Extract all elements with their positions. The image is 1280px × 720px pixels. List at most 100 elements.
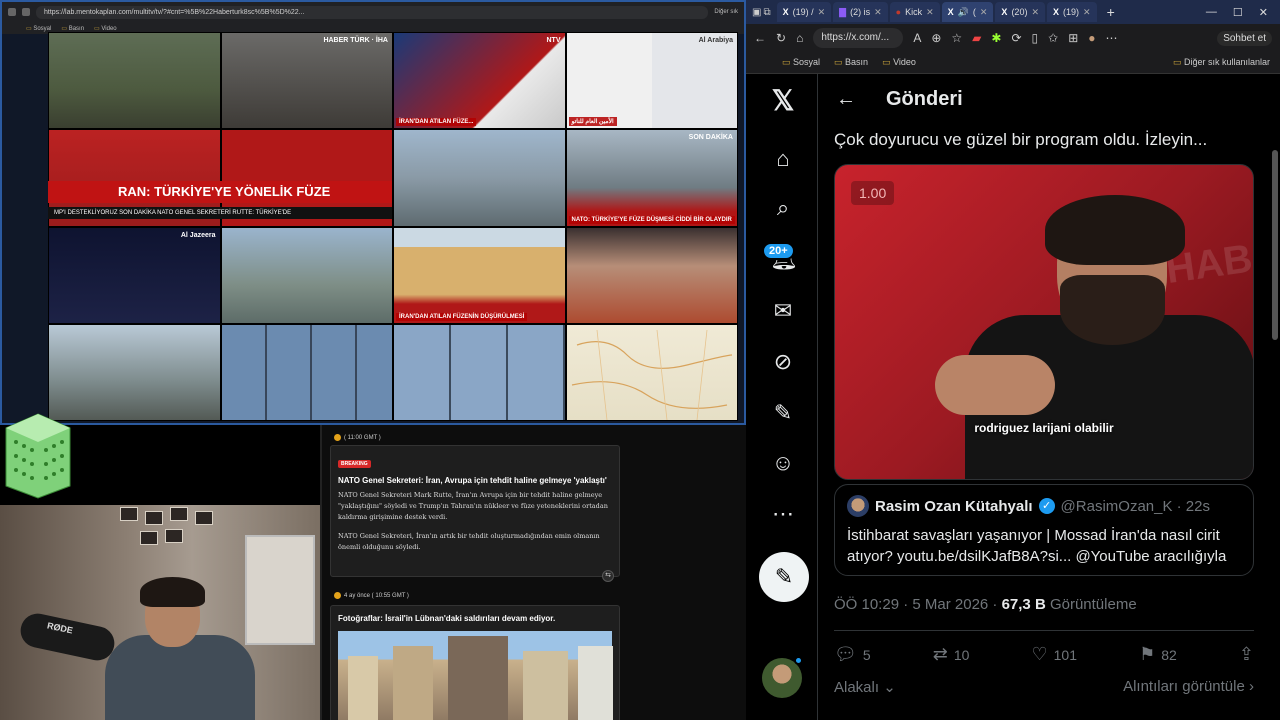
view-count-label: Görüntüleme xyxy=(1045,596,1137,613)
view-quotes-link[interactable]: Alıntıları görüntüle › xyxy=(1123,678,1254,695)
breaking-badge: BREAKING xyxy=(338,460,371,468)
grok-icon[interactable]: ⊘ xyxy=(770,349,796,375)
navigation-bar: ← ↻ ⌂ https://x.com/... A ⊕ ☆ ▰ ✱ ⟳ ▯ ✩ … xyxy=(746,24,1280,52)
zoom-icon[interactable]: ⊕ xyxy=(931,31,941,45)
microphone-icon xyxy=(17,610,118,664)
back-icon[interactable]: ← xyxy=(754,31,766,45)
tv-tile[interactable] xyxy=(565,227,738,324)
more-icon[interactable]: ⋯ xyxy=(1106,31,1118,45)
tv-tile[interactable]: Al Arabiya الأمين العام للناتو xyxy=(565,32,738,129)
video-caption: rodriguez larijani olabilir xyxy=(974,421,1114,435)
tv-ticker-headline: RAN: TÜRKİYE'YE YÖNELİK FÜZE xyxy=(48,181,392,203)
profile-avatar[interactable]: ● xyxy=(1088,31,1095,45)
bookmark-basin[interactable]: Basın xyxy=(834,57,868,68)
tab-x-5[interactable]: X (19) ✕ xyxy=(1047,2,1097,22)
tab-x-4[interactable]: X (20) ✕ xyxy=(995,2,1045,22)
tv-tile[interactable]: SON DAKİKA NATO: TÜRKİYE'YE FÜZE DÜŞMESİ … xyxy=(565,129,738,227)
reply-button[interactable]: 💬︎ 5 xyxy=(834,644,871,665)
tv-tile[interactable]: Al Jazeera xyxy=(48,227,221,324)
minimize-icon[interactable]: — xyxy=(1206,6,1217,19)
tv-tile[interactable]: HABER TÜRK · İHA xyxy=(220,32,393,129)
address-field[interactable]: https://x.com/... xyxy=(813,28,904,48)
left-address-field[interactable]: https://lab.mentokaplan.com/multitv/tv/?… xyxy=(36,5,709,19)
like-button[interactable]: ♡ 101 xyxy=(1031,644,1077,665)
playback-speed[interactable]: 1.00 xyxy=(851,181,895,205)
share-icon[interactable]: ⇆ xyxy=(602,570,614,582)
extension-icon[interactable]: ▰ xyxy=(972,31,981,45)
tv-tile[interactable]: NTV İRAN'DAN ATILAN FÜZE... xyxy=(393,32,566,129)
news-body-1b: NATO Genel Sekreteri, İran'ın artık bir … xyxy=(338,532,600,551)
news-title-2[interactable]: Fotoğraflar: İsrail'in Lübnan'daki saldı… xyxy=(338,612,612,625)
bookmark-video[interactable]: Video xyxy=(882,57,916,68)
back-icon[interactable] xyxy=(8,8,16,16)
tv-tile[interactable] xyxy=(48,324,221,421)
home-icon[interactable]: ⌂ xyxy=(770,146,796,172)
home-icon[interactable]: ⌂ xyxy=(796,31,803,45)
tv-tile[interactable] xyxy=(393,324,566,421)
tab-menu-icon[interactable]: ▣ xyxy=(752,7,761,18)
bookmark-button[interactable]: ⚑ 82 xyxy=(1139,644,1177,665)
share-button[interactable]: ⇪ xyxy=(1239,644,1254,665)
back-arrow-icon[interactable]: ← xyxy=(836,88,856,111)
lists-icon[interactable]: ✎ xyxy=(770,400,796,426)
bookmark-sosyal[interactable]: Sosyal xyxy=(782,57,820,68)
quote-author-name[interactable]: Rasim Ozan Kütahyalı xyxy=(875,498,1033,515)
tab-kick[interactable]: ● Kick ✕ xyxy=(889,2,940,22)
reload-icon[interactable] xyxy=(22,8,30,16)
split-view-icon[interactable]: ▯ xyxy=(1032,31,1039,45)
tv-tile[interactable]: İRAN'DAN ATILAN FÜZENİN DÜŞÜRÜLMESİ xyxy=(393,227,566,324)
quote-header: Rasim Ozan Kütahyalı ✓ @RasimOzan_K · 22… xyxy=(847,495,1241,517)
new-tab-icon[interactable]: + xyxy=(1107,4,1115,20)
copilot-chat-button[interactable]: Sohbet et xyxy=(1217,30,1272,46)
news-title-1[interactable]: NATO Genel Sekreteri: İran, Avrupa için … xyxy=(338,474,612,487)
maximize-icon[interactable]: ☐ xyxy=(1233,6,1243,19)
tv-tile[interactable] xyxy=(48,32,221,129)
building-shape xyxy=(523,651,568,720)
tv-tile[interactable] xyxy=(220,227,393,324)
close-window-icon[interactable]: ✕ xyxy=(1259,6,1268,19)
news-card-nato[interactable]: BREAKING NATO Genel Sekreteri: İran, Avr… xyxy=(330,445,620,582)
feed-time-2: 4 ay önce ( 10:55 GMT ) xyxy=(334,592,409,599)
left-other-bookmarks[interactable]: Diğer sık xyxy=(714,9,738,15)
left-bookmark-sosyal[interactable]: Sosyal xyxy=(26,25,51,32)
other-bookmarks[interactable]: Diğer sık kullanılanlar xyxy=(1173,57,1280,68)
left-bookmark-basin[interactable]: Basın xyxy=(61,25,84,32)
building-shape xyxy=(393,646,433,720)
favorite-star-icon[interactable]: ☆ xyxy=(951,31,962,45)
more-icon[interactable]: ⋯ xyxy=(770,501,796,527)
favorites-icon[interactable]: ✩ xyxy=(1048,31,1058,45)
refresh-ext-icon[interactable]: ⟳ xyxy=(1011,31,1021,45)
tab-x-1[interactable]: X (19) / ✕ xyxy=(776,2,832,22)
repost-button[interactable]: ⇄ 10 xyxy=(933,644,970,665)
quote-avatar[interactable] xyxy=(847,495,869,517)
tab-actions-icon[interactable]: ⧉ xyxy=(763,7,770,18)
tab-x-active[interactable]: X 🔊( ✕ xyxy=(941,2,994,22)
messages-icon[interactable]: ✉ xyxy=(770,298,796,324)
extension-icon[interactable]: ✱ xyxy=(991,31,1001,45)
search-icon[interactable]: ⌕ xyxy=(770,195,796,221)
left-url-bar: https://lab.mentokaplan.com/multitv/tv/?… xyxy=(2,2,744,22)
tv-tile[interactable] xyxy=(220,324,393,421)
video-player[interactable]: R HAB 1.00 rodriguez larijani olabilir xyxy=(834,164,1254,480)
tab-2[interactable]: ▇ (2) is ✕ xyxy=(833,2,888,22)
scrollbar[interactable] xyxy=(1272,150,1278,340)
chevron-down-icon: ⌄ xyxy=(883,679,896,696)
avatar-status-dot xyxy=(794,656,803,665)
tv-tile-map[interactable] xyxy=(565,324,738,421)
x-logo-icon[interactable]: 𝕏 xyxy=(770,87,796,115)
tv-tile[interactable] xyxy=(393,129,566,227)
left-bookmark-video[interactable]: Video xyxy=(94,25,116,32)
post-meta: ÖÖ 10:29 · 5 Mar 2026 · 67,3 B Görüntüle… xyxy=(834,596,1137,613)
news-card-photos[interactable]: Fotoğraflar: İsrail'in Lübnan'daki saldı… xyxy=(330,605,620,720)
reload-icon[interactable]: ↻ xyxy=(776,31,786,45)
video-person-beard xyxy=(1060,275,1165,345)
post-actions: 💬︎ 5 ⇄ 10 ♡ 101 ⚑ 82 ⇪ xyxy=(834,644,1254,665)
sort-relevant-dropdown[interactable]: Alakalı ⌄ xyxy=(834,678,896,696)
whiteboard xyxy=(245,535,315,645)
collections-icon[interactable]: ⊞ xyxy=(1068,31,1078,45)
profile-icon[interactable]: ☺ xyxy=(770,450,796,476)
compose-post-button[interactable]: ✎ xyxy=(759,552,809,602)
quoted-post-card[interactable]: Rasim Ozan Kütahyalı ✓ @RasimOzan_K · 22… xyxy=(834,484,1254,576)
post-timestamp[interactable]: ÖÖ 10:29 · 5 Mar 2026 · xyxy=(834,596,1002,613)
reader-icon[interactable]: A xyxy=(913,31,921,45)
